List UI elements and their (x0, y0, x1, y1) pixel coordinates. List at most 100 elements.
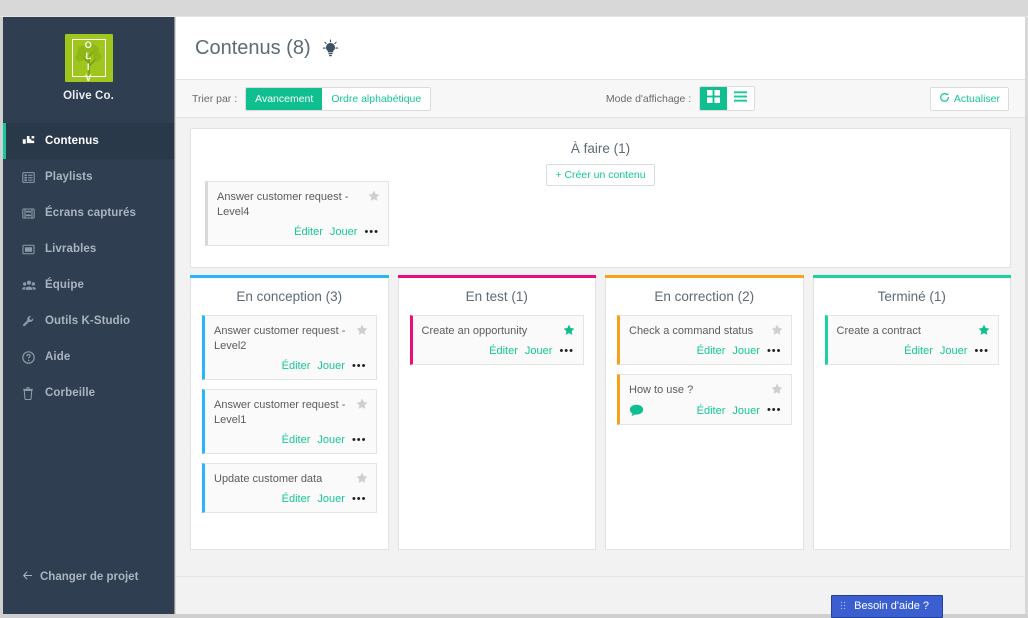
edit-link[interactable]: Éditer (294, 226, 323, 238)
sidebar-item-corbeille[interactable]: Corbeille (3, 375, 174, 411)
people-icon (22, 279, 42, 292)
play-link[interactable]: Jouer (317, 360, 345, 372)
more-options-icon[interactable]: ••• (767, 405, 782, 416)
sidebar-item-quipe[interactable]: Équipe (3, 267, 174, 303)
create-content-button[interactable]: + Créer un contenu (546, 164, 655, 186)
column-card-list: Create a contract Éditer Jouer ••• (824, 315, 999, 365)
play-link[interactable]: Jouer (330, 226, 358, 238)
favorite-star-icon[interactable] (368, 190, 380, 204)
column-title: En test (1) (465, 289, 528, 304)
sidebar-item-livrables[interactable]: Livrables (3, 231, 174, 267)
card-footer: Éditer Jouer ••• (214, 360, 367, 372)
edit-link[interactable]: Éditer (282, 493, 311, 505)
content-card[interactable]: Answer customer request - Level1 Éditer Jo… (202, 389, 377, 454)
help-icon (22, 350, 42, 364)
column-title: Terminé (1) (877, 289, 946, 304)
more-options-icon[interactable]: ••• (352, 434, 367, 446)
favorite-star-icon[interactable] (563, 324, 575, 338)
edit-link[interactable]: Éditer (697, 345, 726, 357)
more-options-icon[interactable]: ••• (974, 345, 989, 357)
sidebar-item-label: Équipe (45, 279, 84, 291)
play-link[interactable]: Jouer (732, 345, 760, 357)
more-options-icon[interactable]: ••• (364, 226, 379, 238)
play-link[interactable]: Jouer (940, 345, 968, 357)
card-title: How to use ? (629, 384, 694, 396)
play-link[interactable]: Jouer (317, 493, 345, 505)
brand: O L I V E Olive Co. (3, 17, 174, 102)
content-card[interactable]: Create a contract Éditer Jouer ••• (824, 315, 999, 365)
sort-segmented-control: Avancement Ordre alphabétique (245, 86, 432, 111)
help-widget-button[interactable]: Besoin d'aide ? (831, 595, 943, 618)
switch-project-button[interactable]: Changer de projet (3, 570, 174, 584)
card-footer: Éditer Jouer ••• (422, 345, 575, 357)
column-card-list: Answer customer request - Level2 Éditer Jo… (202, 315, 377, 513)
column-title: En correction (2) (654, 289, 755, 304)
todo-panel: À faire (1) + Créer un contenu Answer cu… (190, 128, 1011, 268)
refresh-button[interactable]: Actualiser (929, 86, 1009, 111)
favorite-star-icon[interactable] (356, 398, 368, 412)
more-options-icon[interactable]: ••• (767, 345, 782, 357)
sidebar-item-aide[interactable]: Aide (3, 339, 174, 375)
favorite-star-icon[interactable] (978, 324, 990, 338)
play-link[interactable]: Jouer (317, 434, 345, 446)
package-icon (22, 243, 42, 256)
more-options-icon[interactable]: ••• (352, 360, 367, 372)
page-title: Contenus (8) (195, 36, 311, 59)
content-card[interactable]: Create an opportunity Éditer Jouer ••• (409, 315, 584, 365)
content-card[interactable]: Answer customer request - Level4 Éditer Jo… (205, 181, 389, 246)
logo-letter: O (84, 40, 93, 50)
film-icon (22, 207, 42, 220)
edit-link[interactable]: Éditer (697, 405, 726, 417)
card-title: Check a command status (629, 325, 754, 337)
list-view-button[interactable] (727, 87, 755, 110)
sort-option-avancement[interactable]: Avancement (246, 87, 323, 110)
column-header: En conception (3) (202, 289, 377, 304)
favorite-star-icon[interactable] (356, 472, 368, 486)
logo-letters: O L I V E (65, 40, 113, 82)
favorite-star-icon[interactable] (771, 324, 783, 338)
card-footer: Éditer Jouer ••• (214, 493, 367, 505)
content-card[interactable]: Update customer data Éditer Jouer ••• (202, 463, 377, 513)
switch-project-label: Changer de projet (40, 571, 139, 583)
card-footer: Éditer Jouer ••• (217, 226, 379, 238)
favorite-star-icon[interactable] (356, 324, 368, 338)
more-options-icon[interactable]: ••• (352, 493, 367, 505)
card-title: Answer customer request - Level1 (214, 399, 346, 426)
play-link[interactable]: Jouer (732, 405, 760, 417)
list-icon (734, 90, 748, 107)
drag-grip-icon[interactable] (840, 601, 848, 611)
help-widget-label: Besoin d'aide ? (854, 600, 929, 612)
content-card[interactable]: Answer customer request - Level2 Éditer Jo… (202, 315, 377, 380)
card-title: Create a contract (836, 325, 921, 337)
lightbulb-icon[interactable] (322, 38, 339, 58)
trash-icon (22, 386, 42, 400)
more-options-icon[interactable]: ••• (559, 345, 574, 357)
sidebar-item-crans-captur-s[interactable]: Écrans capturés (3, 195, 174, 231)
sidebar-nav: Contenus Playlists Écrans capturés Livrable… (3, 123, 174, 411)
sidebar-item-outils-k-studio[interactable]: Outils K-Studio (3, 303, 174, 339)
comment-bubble-icon[interactable] (629, 404, 644, 417)
content-card[interactable]: How to use ? Éditer Jouer ••• (617, 374, 792, 425)
edit-link[interactable]: Éditer (489, 345, 518, 357)
sidebar-item-label: Écrans capturés (45, 207, 136, 219)
toolbar: Trier par : Avancement Ordre alphabétiqu… (176, 80, 1025, 118)
list-icon (22, 171, 42, 184)
kanban-column: En correction (2) Check a command status É… (605, 275, 804, 550)
sort-label: Trier par : (192, 92, 238, 105)
edit-link[interactable]: Éditer (282, 360, 311, 372)
favorite-star-icon[interactable] (771, 383, 783, 397)
content-card[interactable]: Check a command status Éditer Jouer ••• (617, 315, 792, 365)
card-footer: Éditer Jouer ••• (629, 404, 782, 417)
edit-link[interactable]: Éditer (904, 345, 933, 357)
play-link[interactable]: Jouer (525, 345, 553, 357)
sort-option-alphabetique[interactable]: Ordre alphabétique (322, 87, 431, 110)
logo-letter: V (85, 73, 92, 82)
kanban-board: À faire (1) + Créer un contenu Answer cu… (176, 118, 1025, 550)
puzzle-icon (22, 135, 42, 148)
column-header: En test (1) (410, 289, 585, 304)
sidebar-item-playlists[interactable]: Playlists (3, 159, 174, 195)
todo-title: À faire (1) (570, 141, 631, 156)
sidebar-item-contenus[interactable]: Contenus (3, 123, 174, 159)
edit-link[interactable]: Éditer (282, 434, 311, 446)
grid-view-button[interactable] (700, 87, 728, 110)
